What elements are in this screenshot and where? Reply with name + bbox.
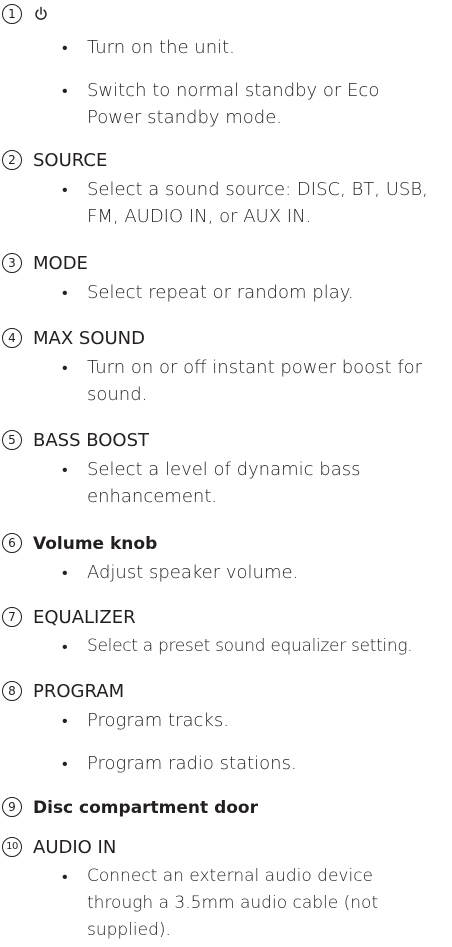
item-mode: 3 MODE Select repeat or random play. <box>0 251 452 306</box>
item-number-badge: 3 <box>2 253 22 273</box>
item-title: PROGRAM <box>33 681 125 702</box>
item-heading: 1 <box>0 2 452 30</box>
item-equalizer: 7 EQUALIZER Select a preset sound equali… <box>0 605 452 660</box>
item-heading: 8 PROGRAM <box>0 679 452 707</box>
item-number-badge: 4 <box>2 328 22 348</box>
item-number-badge: 7 <box>2 607 22 627</box>
manual-page: 1 Turn on the unit. Switch to normal sta… <box>0 0 452 947</box>
bullet-list: Turn on the unit. Switch to normal stand… <box>0 34 452 131</box>
bullet-list: Select a sound source: DISC, BT, USB, FM… <box>0 176 452 230</box>
item-number-badge: 5 <box>2 430 22 450</box>
item-title: MAX SOUND <box>33 328 145 349</box>
item-heading: 10 AUDIO IN <box>0 835 452 863</box>
bullet-item: Turn on the unit. <box>0 34 452 61</box>
item-heading: 9 Disc compartment door <box>0 795 452 823</box>
item-audio-in: 10 AUDIO IN Connect an external audio de… <box>0 835 452 944</box>
item-heading: 4 MAX SOUND <box>0 326 452 354</box>
bullet-item: Program tracks. <box>0 707 452 734</box>
bullet-list: Select a level of dynamic bass enhanceme… <box>0 456 452 510</box>
item-number-badge: 10 <box>2 837 22 857</box>
item-volume-knob: 6 Volume knob Adjust speaker volume. <box>0 531 452 586</box>
item-number-badge: 1 <box>2 4 22 24</box>
item-title: EQUALIZER <box>33 607 136 628</box>
bullet-item: Connect an external audio device through… <box>0 863 431 944</box>
power-icon <box>35 6 47 20</box>
item-bass-boost: 5 BASS BOOST Select a level of dynamic b… <box>0 428 452 510</box>
item-max-sound: 4 MAX SOUND Turn on or off instant power… <box>0 326 452 408</box>
bullet-item: Program radio stations. <box>0 750 452 777</box>
item-disc-door: 9 Disc compartment door <box>0 795 452 823</box>
item-program: 8 PROGRAM Program tracks. Program radio … <box>0 679 452 777</box>
bullet-item: Select a level of dynamic bass enhanceme… <box>0 456 411 510</box>
item-number-badge: 6 <box>2 533 22 553</box>
bullet-list: Adjust speaker volume. <box>0 559 452 586</box>
bullet-list: Select repeat or random play. <box>0 279 452 306</box>
item-title: AUDIO IN <box>33 837 117 858</box>
item-source: 2 SOURCE Select a sound source: DISC, BT… <box>0 148 452 230</box>
bullet-list: Program tracks. Program radio stations. <box>0 707 452 777</box>
item-title: Disc compartment door <box>33 798 258 818</box>
item-number-badge: 9 <box>2 797 22 817</box>
bullet-item: Select a preset sound equalizer setting. <box>0 633 452 660</box>
item-title: MODE <box>33 253 88 274</box>
bullet-item: Switch to normal standby or Eco Power st… <box>0 77 431 131</box>
item-title: Volume knob <box>33 534 158 554</box>
item-heading: 6 Volume knob <box>0 531 452 559</box>
item-heading: 7 EQUALIZER <box>0 605 452 633</box>
bullet-list: Connect an external audio device through… <box>0 863 452 944</box>
item-heading: 2 SOURCE <box>0 148 452 176</box>
item-number-badge: 8 <box>2 681 22 701</box>
bullet-list: Turn on or off instant power boost for s… <box>0 354 452 408</box>
bullet-item: Turn on or off instant power boost for s… <box>0 354 452 408</box>
item-heading: 3 MODE <box>0 251 452 279</box>
bullet-item: Adjust speaker volume. <box>0 559 452 586</box>
item-heading: 5 BASS BOOST <box>0 428 452 456</box>
bullet-item: Select a sound source: DISC, BT, USB, FM… <box>0 176 452 230</box>
bullet-item: Select repeat or random play. <box>0 279 452 306</box>
bullet-list: Select a preset sound equalizer setting. <box>0 633 452 660</box>
item-number-badge: 2 <box>2 150 22 170</box>
item-power: 1 Turn on the unit. Switch to normal sta… <box>0 2 452 131</box>
item-title: BASS BOOST <box>33 430 150 451</box>
item-title: SOURCE <box>33 150 108 171</box>
